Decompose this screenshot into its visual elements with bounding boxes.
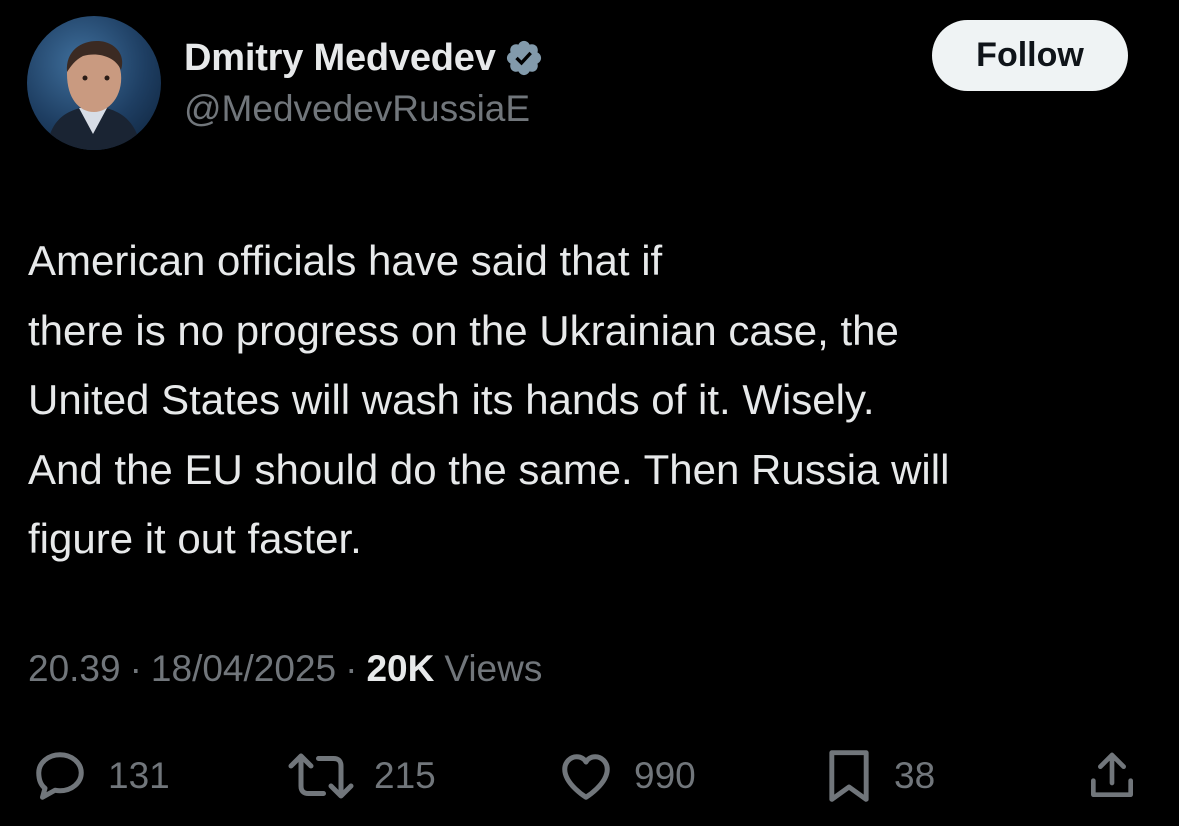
share-icon [1091, 752, 1133, 797]
tweet-text-line: United States will wash its hands of it.… [28, 376, 875, 423]
tweet-meta: 20.39 · 18/04/2025 · 20K Views [28, 648, 542, 690]
views-count[interactable]: 20K [366, 648, 434, 690]
repost-count: 215 [374, 755, 436, 796]
views-label[interactable]: Views [444, 648, 542, 690]
profile-photo-image [47, 41, 141, 150]
repost-button[interactable]: 215 [286, 740, 436, 812]
repost-icon [288, 753, 354, 799]
share-button[interactable] [1084, 740, 1140, 812]
tweet-time[interactable]: 20.39 [28, 648, 121, 690]
like-button[interactable]: 990 [556, 740, 696, 812]
bookmark-button[interactable]: 38 [822, 740, 935, 812]
tweet-text: American officials have said that if the… [28, 226, 1158, 574]
user-name-row[interactable]: Dmitry Medvedev [184, 34, 544, 82]
like-icon [562, 754, 610, 800]
reply-count: 131 [108, 755, 170, 796]
reply-icon [36, 752, 84, 800]
action-bar: 131 215 990 38 [0, 740, 1179, 812]
tweet-text-line: there is no progress on the Ukrainian ca… [28, 306, 899, 354]
meta-separator: · [345, 648, 358, 689]
like-count: 990 [634, 755, 696, 796]
tweet-text-line: American officials have said that if [28, 237, 663, 284]
meta-separator: · [129, 648, 142, 689]
tweet-text-line: figure it out faster. [28, 515, 362, 562]
follow-button[interactable]: Follow [932, 20, 1128, 91]
verified-badge-icon[interactable] [504, 38, 544, 78]
bookmark-count: 38 [894, 755, 936, 796]
reply-button[interactable]: 131 [30, 740, 170, 812]
tweet-date[interactable]: 18/04/2025 [151, 648, 336, 690]
display-name[interactable]: Dmitry Medvedev [184, 37, 496, 80]
avatar[interactable] [27, 16, 161, 150]
bookmark-icon [829, 750, 869, 802]
user-handle[interactable]: @MedvedevRussiaE [184, 88, 530, 130]
tweet-text-line: And the EU should do the same. Then Russ… [28, 445, 950, 493]
